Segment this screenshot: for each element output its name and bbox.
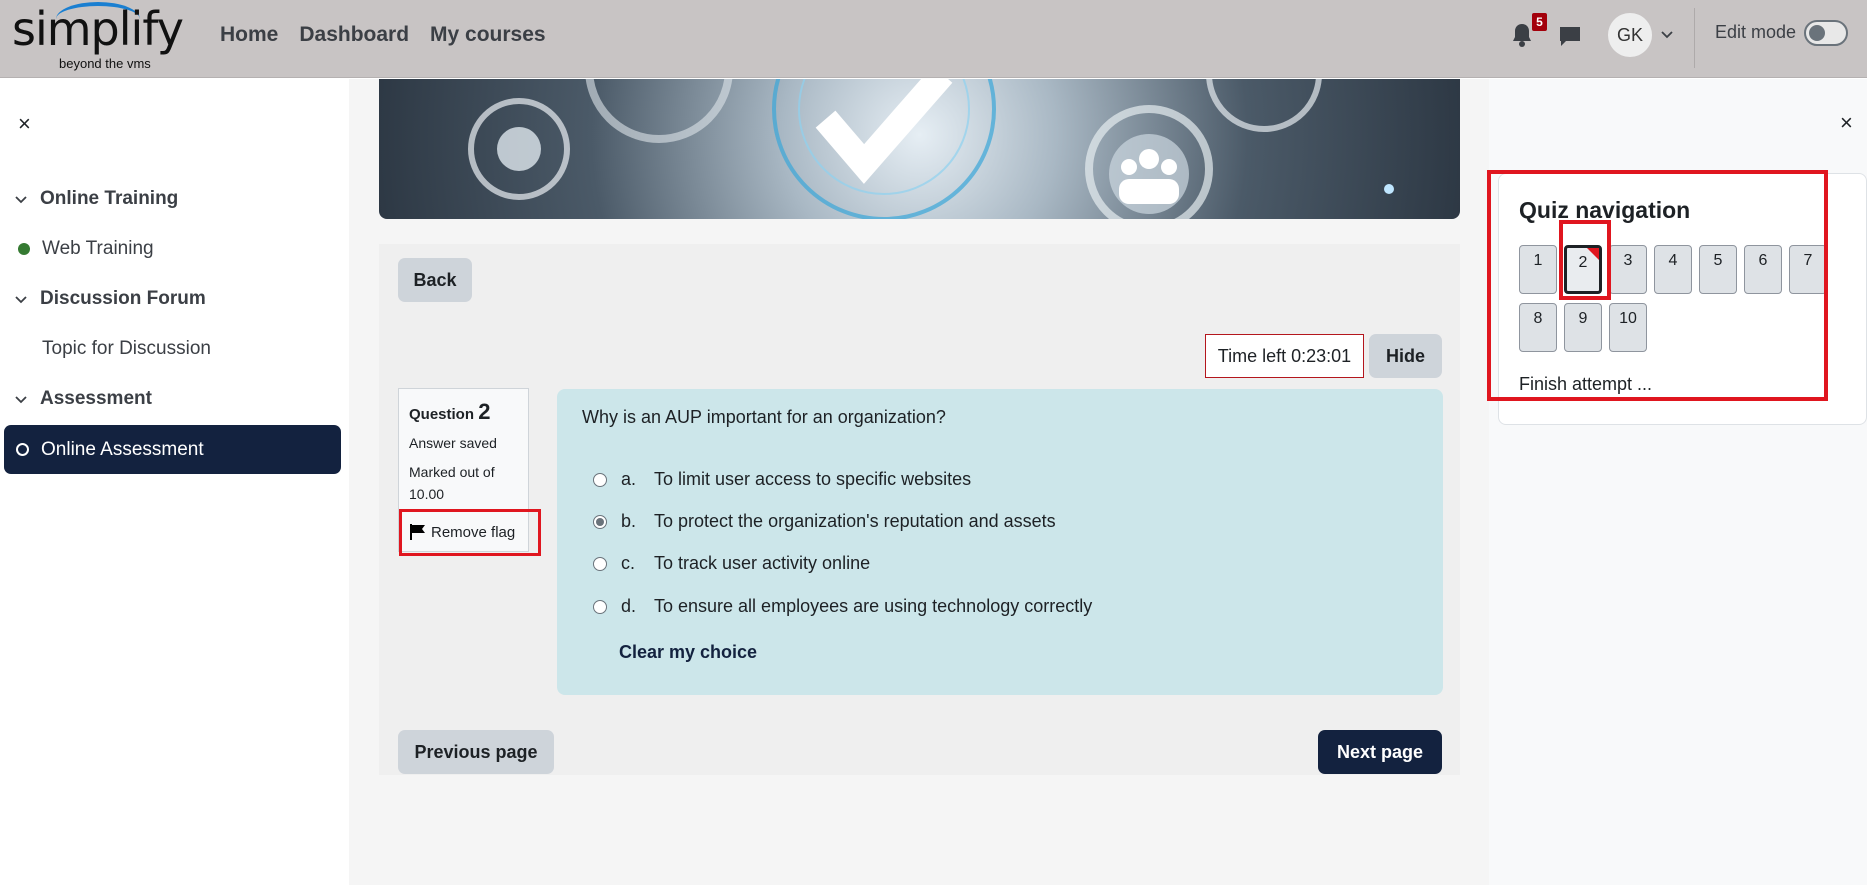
course-banner-image [379, 79, 1460, 219]
answer-option-d[interactable]: d. To ensure all employees are using tec… [593, 596, 1092, 617]
option-text: To ensure all employees are using techno… [654, 596, 1093, 616]
user-avatar[interactable]: GK [1608, 13, 1652, 57]
option-text: To track user activity online [654, 553, 871, 573]
option-letter: a. [621, 469, 637, 489]
completion-dot-icon [18, 243, 30, 255]
question-text: Why is an AUP important for an organizat… [582, 407, 946, 427]
quiz-navigation-highlight [1487, 170, 1828, 401]
radio-button[interactable] [593, 472, 607, 487]
hide-timer-button[interactable]: Hide [1369, 334, 1442, 378]
answer-option-b[interactable]: b. To protect the organization's reputat… [593, 511, 1056, 532]
remove-flag-link[interactable]: Remove flag [409, 523, 515, 541]
answer-option-a[interactable]: a. To limit user access to specific webs… [593, 469, 971, 490]
edit-mode-toggle[interactable] [1804, 20, 1848, 46]
option-text: To limit user access to specific website… [654, 469, 972, 489]
bell-icon[interactable] [1510, 22, 1534, 48]
activity-label: Online Assessment [41, 438, 204, 460]
activity-label: Web Training [42, 238, 154, 259]
nav-dashboard[interactable]: Dashboard [299, 23, 409, 47]
next-page-button[interactable]: Next page [1318, 730, 1442, 774]
completion-dot-icon [18, 343, 30, 355]
course-index-drawer: × Online Training Web Training Discussio… [0, 79, 349, 885]
radio-button[interactable] [593, 514, 607, 529]
chevron-down-icon [15, 196, 27, 204]
close-icon[interactable]: × [1840, 110, 1853, 136]
option-letter: d. [621, 596, 637, 616]
question-state: Answer saved [409, 435, 497, 451]
notification-badge: 5 [1532, 13, 1547, 31]
nav-my-courses[interactable]: My courses [430, 23, 546, 47]
activity-topic-for-discussion[interactable]: Topic for Discussion [18, 338, 211, 360]
chevron-down-icon [15, 296, 27, 304]
nav-home[interactable]: Home [220, 23, 278, 47]
chevron-down-icon [15, 396, 27, 404]
option-letter: b. [621, 511, 637, 531]
top-navbar: simplify beyond the vms Home Dashboard M… [0, 0, 1867, 78]
edit-mode-label: Edit mode [1715, 22, 1797, 42]
site-logo[interactable]: simplify beyond the vms [12, 0, 184, 74]
radio-button[interactable] [593, 556, 607, 571]
chevron-down-icon[interactable] [1660, 27, 1674, 41]
close-icon[interactable]: × [18, 111, 31, 137]
activity-label: Topic for Discussion [42, 338, 211, 359]
section-title: Assessment [40, 388, 152, 409]
logo-tagline: beyond the vms [59, 56, 151, 71]
question-label: Question [409, 406, 475, 423]
remove-flag-label: Remove flag [431, 523, 516, 541]
completion-ring-icon [16, 443, 29, 456]
activity-online-assessment[interactable]: Online Assessment [4, 425, 341, 474]
radio-button[interactable] [593, 599, 607, 614]
flag-icon [410, 524, 425, 540]
question-grade: Marked out of 10.00 [409, 464, 495, 502]
section-discussion-forum[interactable]: Discussion Forum [14, 288, 206, 310]
back-button[interactable]: Back [398, 258, 472, 302]
toggle-knob [1809, 25, 1825, 41]
option-letter: c. [621, 553, 636, 573]
previous-page-button[interactable]: Previous page [398, 730, 554, 774]
activity-web-training[interactable]: Web Training [18, 238, 154, 260]
section-title: Online Training [40, 188, 179, 209]
quiz-timer: Time left 0:23:01 [1205, 334, 1364, 378]
section-title: Discussion Forum [40, 288, 206, 309]
answer-option-c[interactable]: c. To track user activity online [593, 553, 870, 574]
option-text: To protect the organization's reputation… [654, 511, 1056, 531]
section-assessment[interactable]: Assessment [14, 388, 152, 410]
question-number: Question 2 [409, 399, 518, 425]
finish-attempt-link[interactable]: Finish attempt ... [1519, 374, 1652, 395]
primary-nav: Home Dashboard My courses [220, 23, 546, 47]
clear-choice-link[interactable]: Clear my choice [619, 642, 757, 663]
question-number-value: 2 [478, 399, 491, 424]
chat-icon[interactable] [1557, 24, 1583, 48]
banner-graphic [468, 79, 1394, 219]
logo-text: simplify [12, 2, 184, 56]
section-online-training[interactable]: Online Training [14, 188, 178, 210]
header-divider [1694, 8, 1695, 68]
